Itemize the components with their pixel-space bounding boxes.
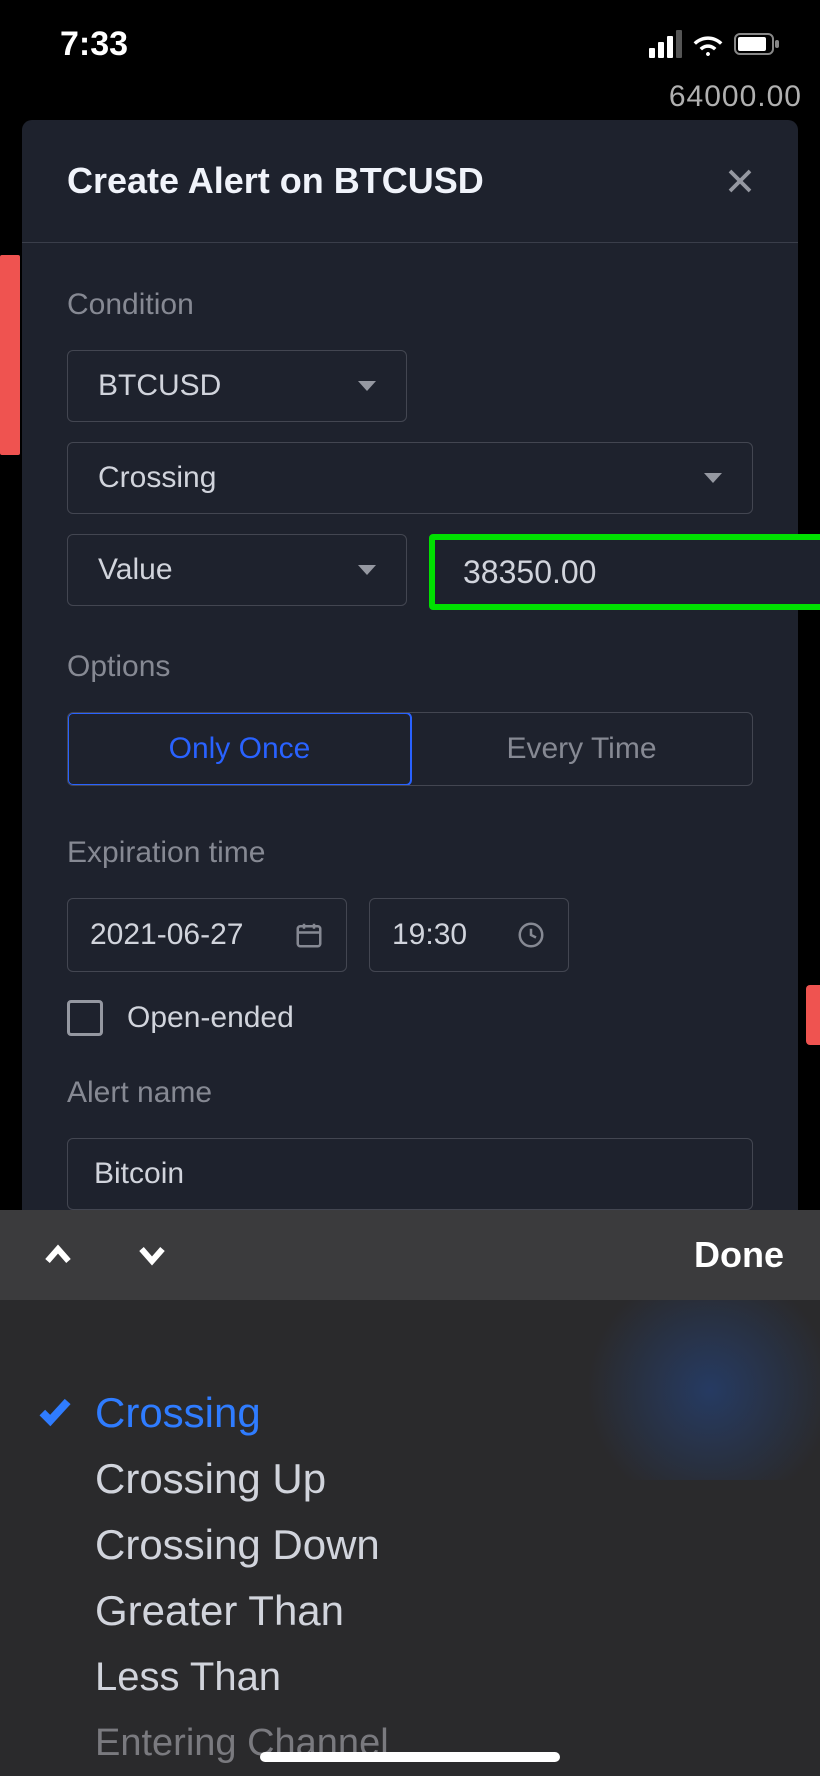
chevron-down-icon bbox=[358, 565, 376, 575]
condition-label: Condition bbox=[67, 288, 753, 322]
picker-glow bbox=[560, 1300, 820, 1480]
wifi-icon bbox=[692, 32, 724, 56]
status-bar: 7:33 bbox=[0, 0, 820, 88]
price-value-input[interactable] bbox=[435, 540, 820, 604]
value-mode-value: Value bbox=[98, 553, 173, 587]
expiration-time-field[interactable]: 19:30 bbox=[369, 898, 569, 972]
value-mode-select[interactable]: Value bbox=[67, 534, 407, 606]
chevron-down-icon bbox=[704, 473, 722, 483]
modal-header: Create Alert on BTCUSD bbox=[22, 120, 798, 243]
open-ended-label: Open-ended bbox=[127, 1001, 294, 1035]
condition-type-select[interactable]: Crossing bbox=[67, 442, 753, 514]
every-time-option[interactable]: Every Time bbox=[411, 713, 752, 785]
done-button[interactable]: Done bbox=[694, 1234, 784, 1276]
condition-type-value: Crossing bbox=[98, 461, 216, 495]
expiration-label: Expiration time bbox=[67, 836, 753, 870]
status-time: 7:33 bbox=[60, 25, 128, 64]
expiration-time-value: 19:30 bbox=[392, 918, 467, 952]
expiration-date-field[interactable]: 2021-06-27 bbox=[67, 898, 347, 972]
clock-icon bbox=[516, 920, 546, 950]
only-once-option[interactable]: Only Once bbox=[67, 712, 412, 786]
modal-title: Create Alert on BTCUSD bbox=[67, 160, 484, 202]
check-icon bbox=[36, 1392, 74, 1435]
frequency-segmented-control: Only Once Every Time bbox=[67, 712, 753, 786]
picker-option-crossing-up[interactable]: Crossing Up bbox=[95, 1446, 389, 1512]
alert-name-label: Alert name bbox=[67, 1076, 753, 1110]
background-price-marker bbox=[806, 985, 820, 1045]
prev-field-button[interactable] bbox=[36, 1233, 80, 1277]
keyboard-accessory-bar: Done bbox=[0, 1210, 820, 1300]
close-button[interactable] bbox=[722, 163, 758, 199]
battery-icon bbox=[734, 33, 780, 55]
picker-option-crossing-down[interactable]: Crossing Down bbox=[95, 1512, 389, 1578]
symbol-select-value: BTCUSD bbox=[98, 369, 221, 403]
chevron-down-icon bbox=[358, 381, 376, 391]
picker-option-crossing[interactable]: Crossing bbox=[95, 1380, 389, 1446]
options-label: Options bbox=[67, 650, 753, 684]
picker-option-entering-channel[interactable]: Entering Channel bbox=[95, 1710, 389, 1776]
background-candle bbox=[0, 255, 20, 455]
picker-option-greater-than[interactable]: Greater Than bbox=[95, 1578, 389, 1644]
picker-list: Crossing Crossing Up Crossing Down Great… bbox=[95, 1380, 389, 1776]
symbol-select[interactable]: BTCUSD bbox=[67, 350, 407, 422]
condition-picker[interactable]: Crossing Crossing Up Crossing Down Great… bbox=[0, 1300, 820, 1776]
alert-name-input[interactable] bbox=[67, 1138, 753, 1210]
next-field-button[interactable] bbox=[130, 1233, 174, 1277]
open-ended-checkbox[interactable] bbox=[67, 1000, 103, 1036]
picker-option-less-than[interactable]: Less Than bbox=[95, 1644, 389, 1710]
price-value-field[interactable] bbox=[429, 534, 820, 610]
cellular-signal-icon bbox=[649, 30, 682, 58]
home-indicator[interactable] bbox=[260, 1752, 560, 1762]
status-icons bbox=[649, 30, 780, 58]
expiration-date-value: 2021-06-27 bbox=[90, 918, 243, 952]
calendar-icon bbox=[294, 920, 324, 950]
